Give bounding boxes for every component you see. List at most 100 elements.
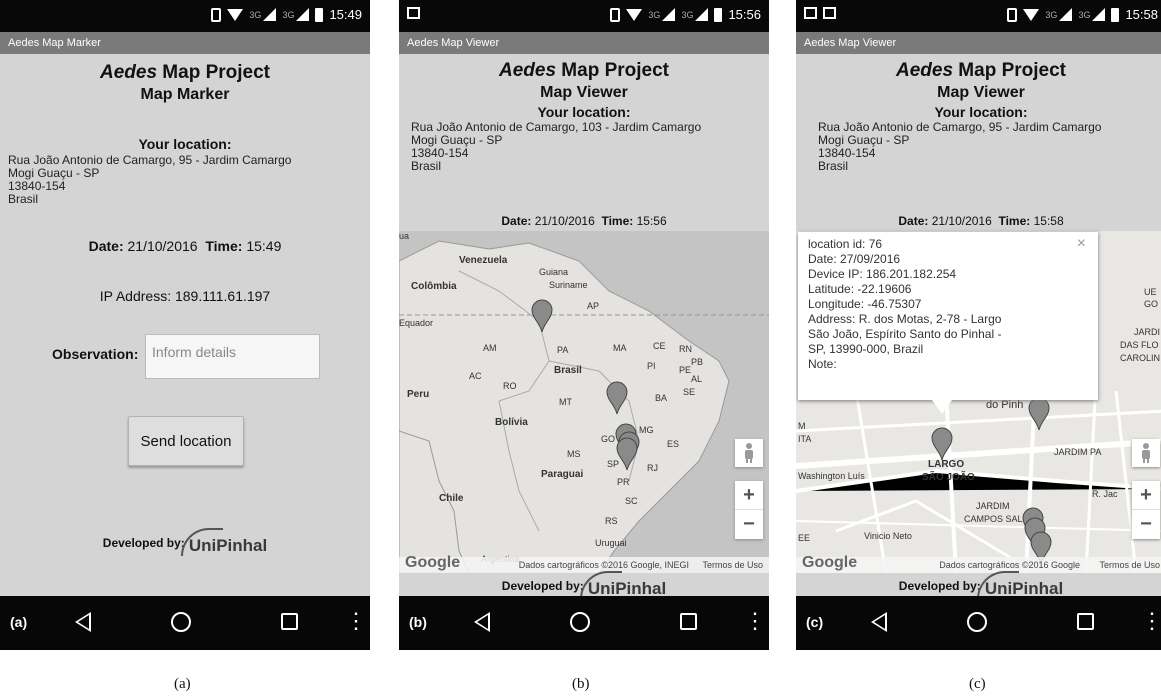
ip-address: IP Address: 189.111.61.197 bbox=[0, 288, 370, 304]
wifi-icon bbox=[626, 8, 643, 21]
map-label: ES bbox=[667, 439, 680, 449]
developed-by-label: Developed by: bbox=[102, 536, 185, 550]
page-subtitle: Map Viewer bbox=[540, 84, 628, 101]
developed-by: Developed by: UniPinhal bbox=[0, 528, 370, 556]
overflow-menu-icon[interactable]: ⋮ bbox=[1141, 610, 1161, 632]
map-footer: Google Dados cartográficos ©2016 Google,… bbox=[399, 554, 769, 573]
time-value: 15:49 bbox=[246, 238, 282, 254]
street-view-pegman-icon[interactable] bbox=[735, 439, 763, 467]
map-label: AC bbox=[469, 371, 482, 381]
back-icon[interactable] bbox=[75, 612, 91, 632]
recents-icon[interactable] bbox=[281, 613, 298, 630]
info-line: Address: R. dos Motas, 2-78 - Largo bbox=[808, 312, 1002, 326]
date-value: 21/10/2016 bbox=[534, 214, 595, 228]
map-label: Guiana bbox=[539, 267, 569, 277]
nav-bar: (b) ⋮ bbox=[399, 596, 769, 650]
map-label: ITA bbox=[798, 434, 812, 444]
phone-screen-map-viewer-info: 3G 3G 15:58 Aedes Map Viewer Aedes Map P… bbox=[796, 0, 1161, 650]
address-line: 13840-154 bbox=[411, 146, 469, 160]
map-label: Equador bbox=[399, 318, 434, 328]
vibrate-icon bbox=[610, 7, 621, 22]
page-title-italic: Aedes bbox=[498, 60, 557, 81]
status-time: 15:49 bbox=[329, 7, 362, 22]
map-label: Peru bbox=[407, 389, 430, 400]
network-type-label: 3G bbox=[249, 9, 262, 20]
google-logo: Google bbox=[405, 554, 461, 571]
map-marker[interactable] bbox=[606, 381, 628, 415]
zoom-in-button[interactable]: + bbox=[1132, 481, 1160, 510]
map-marker[interactable] bbox=[1028, 397, 1050, 431]
observation-input[interactable]: Inform details bbox=[145, 334, 320, 379]
page-title-rest: Map Project bbox=[953, 60, 1066, 81]
map-label: Washington Luís bbox=[798, 471, 865, 481]
map-label: Chile bbox=[439, 493, 464, 504]
send-location-button[interactable]: Send location bbox=[128, 416, 244, 466]
panel-label: (a) bbox=[10, 614, 28, 630]
date-label: Date: bbox=[898, 214, 929, 228]
map-label: Bolívia bbox=[495, 417, 528, 428]
map-marker[interactable] bbox=[616, 437, 638, 471]
overflow-menu-icon[interactable]: ⋮ bbox=[744, 610, 766, 632]
status-bar: 3G 3G 15:56 bbox=[399, 0, 769, 32]
map-label: Vinicio Neto bbox=[864, 531, 912, 541]
panel-label: (c) bbox=[806, 614, 824, 630]
close-icon[interactable]: × bbox=[1077, 236, 1086, 252]
page-subtitle: Map Marker bbox=[140, 86, 230, 103]
date-time: Date: 21/10/2016 Time: 15:49 bbox=[0, 238, 370, 254]
figure-caption-c: (c) bbox=[969, 676, 986, 692]
back-icon[interactable] bbox=[871, 612, 887, 632]
date-value: 21/10/2016 bbox=[931, 214, 992, 228]
location-heading: Your location: bbox=[138, 136, 232, 152]
signal-icon bbox=[263, 8, 277, 21]
recents-icon[interactable] bbox=[1077, 613, 1094, 630]
wifi-icon bbox=[227, 8, 244, 21]
network-type-label-2: 3G bbox=[1078, 9, 1091, 20]
map-label: PE bbox=[679, 365, 692, 375]
date-label: Date: bbox=[88, 238, 124, 254]
map-label: AL bbox=[691, 374, 703, 384]
location-heading: Your location: bbox=[537, 104, 631, 120]
terms-link[interactable]: Termos de Uso bbox=[1099, 560, 1160, 570]
panel-label: (b) bbox=[409, 614, 427, 630]
map-label: GO bbox=[601, 434, 616, 444]
ip-label: IP Address: bbox=[99, 288, 172, 304]
map-credits: Dados cartográficos ©2016 Google bbox=[939, 560, 1080, 570]
app-content: Aedes Map Project Map Marker Your locati… bbox=[0, 54, 370, 596]
info-line: location id: 76 bbox=[808, 237, 883, 251]
map-label: RO bbox=[503, 381, 517, 391]
map-label: MA bbox=[613, 343, 627, 353]
street-view-pegman-icon[interactable] bbox=[1132, 439, 1160, 467]
home-icon[interactable] bbox=[967, 612, 987, 632]
terms-link[interactable]: Termos de Uso bbox=[702, 560, 763, 570]
recents-icon[interactable] bbox=[680, 613, 697, 630]
time-value: 15:58 bbox=[1033, 214, 1064, 228]
zoom-out-button[interactable]: − bbox=[1132, 510, 1160, 539]
status-time: 15:58 bbox=[1125, 7, 1158, 22]
map-label: AP bbox=[587, 301, 600, 311]
map-label: Venezuela bbox=[459, 255, 508, 266]
back-icon[interactable] bbox=[474, 612, 490, 632]
zoom-out-button[interactable]: − bbox=[735, 510, 763, 539]
address-block: Rua João Antonio de Camargo, 95 - Jardim… bbox=[818, 121, 1101, 173]
map-label: RS bbox=[605, 516, 618, 526]
screenshot-icon bbox=[823, 7, 836, 19]
app-title-bar: Aedes Map Viewer bbox=[796, 32, 1161, 54]
figure-caption-b: (b) bbox=[572, 676, 590, 692]
map-marker[interactable] bbox=[531, 299, 553, 333]
page-title: Aedes Map Project bbox=[796, 60, 1161, 82]
map-view[interactable]: ua Venezuela Guiana Suriname Colômbia AP… bbox=[399, 231, 769, 573]
map-label: UE bbox=[1144, 287, 1157, 297]
map-marker[interactable] bbox=[931, 427, 953, 461]
zoom-in-button[interactable]: + bbox=[735, 481, 763, 510]
map-label: JARDIM bbox=[976, 501, 1010, 511]
home-icon[interactable] bbox=[570, 612, 590, 632]
map-label: Suriname bbox=[549, 280, 588, 290]
map-label: PI bbox=[647, 361, 656, 371]
overflow-menu-icon[interactable]: ⋮ bbox=[345, 610, 367, 632]
vibrate-icon bbox=[211, 7, 222, 22]
nav-bar: (a) ⋮ bbox=[0, 596, 370, 650]
home-icon[interactable] bbox=[171, 612, 191, 632]
ip-value: 189.111.61.197 bbox=[174, 288, 271, 304]
map-label: PR bbox=[617, 477, 630, 487]
signal-icon-2 bbox=[1092, 8, 1106, 21]
